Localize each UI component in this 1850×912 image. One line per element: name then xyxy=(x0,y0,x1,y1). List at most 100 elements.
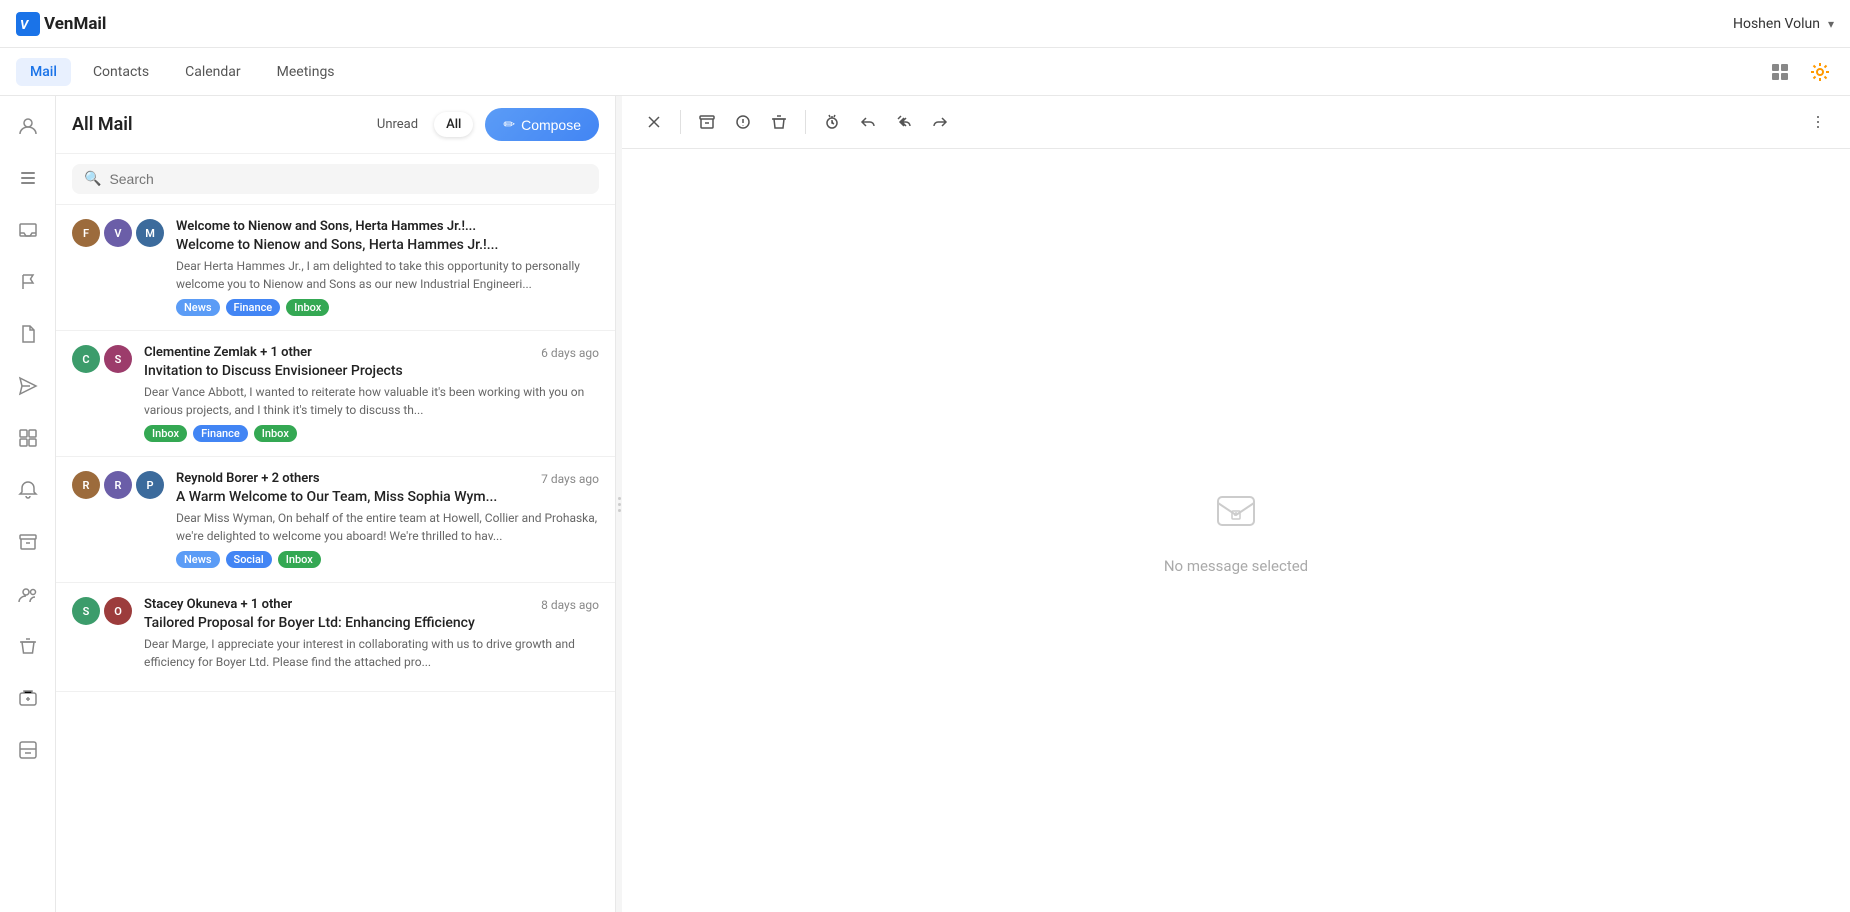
avatar: V xyxy=(104,219,132,247)
avatar: F xyxy=(72,219,100,247)
compose-label: Compose xyxy=(521,117,581,133)
resize-dot xyxy=(618,509,621,512)
mail-time: 6 days ago xyxy=(541,346,599,360)
nav-item-calendar[interactable]: Calendar xyxy=(171,58,255,86)
sidebar-contacts-icon[interactable] xyxy=(10,576,46,612)
tag-finance: Finance xyxy=(193,425,248,442)
toolbar-divider xyxy=(805,110,806,134)
sidebar-bell-icon[interactable] xyxy=(10,472,46,508)
snooze-button[interactable] xyxy=(816,106,848,138)
spam-button[interactable] xyxy=(727,106,759,138)
resize-dot xyxy=(618,503,621,506)
sidebar-inbox-icon[interactable] xyxy=(10,212,46,248)
logo-icon: V xyxy=(16,12,40,36)
mail-sender: Reynold Borer + 2 others xyxy=(176,471,320,486)
mail-item[interactable]: F V M Welcome to Nienow and Sons, Herta … xyxy=(56,205,615,331)
avatar: P xyxy=(136,471,164,499)
nav-item-contacts[interactable]: Contacts xyxy=(79,58,163,86)
tag-finance: Finance xyxy=(226,299,281,316)
app-name: VenMail xyxy=(44,14,106,34)
filter-tab-all[interactable]: All xyxy=(434,112,473,137)
compose-button[interactable]: ✏ Compose xyxy=(485,108,599,141)
tags: News Finance Inbox xyxy=(176,299,599,316)
main-layout: All Mail Unread All ✏ Compose 🔍 F xyxy=(0,96,1850,912)
tag-inbox: Inbox xyxy=(278,551,321,568)
topbar-left: V VenMail xyxy=(16,12,106,36)
mail-item[interactable]: R R P Reynold Borer + 2 others 7 days ag… xyxy=(56,457,615,583)
avatars: C S xyxy=(72,345,132,373)
topbar: V VenMail Hoshen Volun ▾ xyxy=(0,0,1850,48)
mail-item[interactable]: C S Clementine Zemlak + 1 other 6 days a… xyxy=(56,331,615,457)
avatar: R xyxy=(72,471,100,499)
avatar: S xyxy=(72,597,100,625)
sidebar-user-icon[interactable] xyxy=(10,108,46,144)
mail-item-top: Reynold Borer + 2 others 7 days ago xyxy=(176,471,599,486)
sidebar xyxy=(0,96,56,912)
more-button[interactable] xyxy=(1802,106,1834,138)
sidebar-grid-icon[interactable] xyxy=(10,420,46,456)
empty-state-icon xyxy=(1212,487,1260,545)
topbar-right: Hoshen Volun ▾ xyxy=(1733,16,1834,32)
mail-subject: Welcome to Nienow and Sons, Herta Hammes… xyxy=(176,237,599,253)
mail-sender: Welcome to Nienow and Sons, Herta Hammes… xyxy=(176,219,476,234)
tag-news: News xyxy=(176,551,220,568)
mail-subject: Invitation to Discuss Envisioneer Projec… xyxy=(144,363,599,379)
sidebar-flag-icon[interactable] xyxy=(10,264,46,300)
toolbar-divider xyxy=(680,110,681,134)
mail-subject: Tailored Proposal for Boyer Ltd: Enhanci… xyxy=(144,615,599,631)
tag-inbox: Inbox xyxy=(286,299,329,316)
nav-right-icons xyxy=(1766,58,1834,86)
search-input-wrap: 🔍 xyxy=(72,164,599,194)
resize-dots xyxy=(618,497,621,512)
mail-time: 8 days ago xyxy=(541,598,599,612)
tag-inbox: Inbox xyxy=(144,425,187,442)
mail-sender: Clementine Zemlak + 1 other xyxy=(144,345,312,360)
user-menu-chevron[interactable]: ▾ xyxy=(1828,17,1834,31)
filter-tab-unread[interactable]: Unread xyxy=(365,112,430,137)
avatar: C xyxy=(72,345,100,373)
sidebar-file-icon[interactable] xyxy=(10,316,46,352)
mail-panel-header: All Mail Unread All ✏ Compose xyxy=(56,96,615,154)
mail-item-header: F V M Welcome to Nienow and Sons, Herta … xyxy=(72,219,599,316)
reply-all-button[interactable] xyxy=(888,106,920,138)
layout-icon[interactable] xyxy=(1766,58,1794,86)
mail-preview: Dear Miss Wyman, On behalf of the entire… xyxy=(176,509,599,545)
sidebar-delete-icon[interactable] xyxy=(10,680,46,716)
avatars: S O xyxy=(72,597,132,625)
sidebar-archive-icon[interactable] xyxy=(10,524,46,560)
sidebar-list-icon[interactable] xyxy=(10,160,46,196)
forward-button[interactable] xyxy=(924,106,956,138)
mail-item-top: Stacey Okuneva + 1 other 8 days ago xyxy=(144,597,599,612)
sidebar-send-icon[interactable] xyxy=(10,368,46,404)
sidebar-trash-icon[interactable] xyxy=(10,628,46,664)
mail-item-body: Stacey Okuneva + 1 other 8 days ago Tail… xyxy=(144,597,599,677)
tag-inbox: Inbox xyxy=(254,425,297,442)
mail-item-body: Clementine Zemlak + 1 other 6 days ago I… xyxy=(144,345,599,442)
mail-time: 7 days ago xyxy=(541,472,599,486)
avatar: R xyxy=(104,471,132,499)
mail-item-header: S O Stacey Okuneva + 1 other 8 days ago … xyxy=(72,597,599,677)
mail-panel-title: All Mail xyxy=(72,114,353,135)
search-input[interactable] xyxy=(109,171,587,187)
mail-item-body: Welcome to Nienow and Sons, Herta Hammes… xyxy=(176,219,599,316)
tags: News Social Inbox xyxy=(176,551,599,568)
avatar: M xyxy=(136,219,164,247)
search-icon: 🔍 xyxy=(84,171,101,187)
mail-preview: Dear Marge, I appreciate your interest i… xyxy=(144,635,599,671)
close-button[interactable] xyxy=(638,106,670,138)
empty-state-text: No message selected xyxy=(1164,557,1308,575)
settings-icon[interactable] xyxy=(1806,58,1834,86)
archive-button[interactable] xyxy=(691,106,723,138)
nav-item-mail[interactable]: Mail xyxy=(16,58,71,86)
tag-social: Social xyxy=(226,551,272,568)
avatar: O xyxy=(104,597,132,625)
mail-list: F V M Welcome to Nienow and Sons, Herta … xyxy=(56,205,615,912)
mail-subject: A Warm Welcome to Our Team, Miss Sophia … xyxy=(176,489,599,505)
user-name: Hoshen Volun xyxy=(1733,16,1820,32)
sidebar-drawer-icon[interactable] xyxy=(10,732,46,768)
reply-button[interactable] xyxy=(852,106,884,138)
right-empty-state: No message selected xyxy=(622,149,1850,912)
nav-item-meetings[interactable]: Meetings xyxy=(263,58,349,86)
mail-item[interactable]: S O Stacey Okuneva + 1 other 8 days ago … xyxy=(56,583,615,692)
delete-button[interactable] xyxy=(763,106,795,138)
